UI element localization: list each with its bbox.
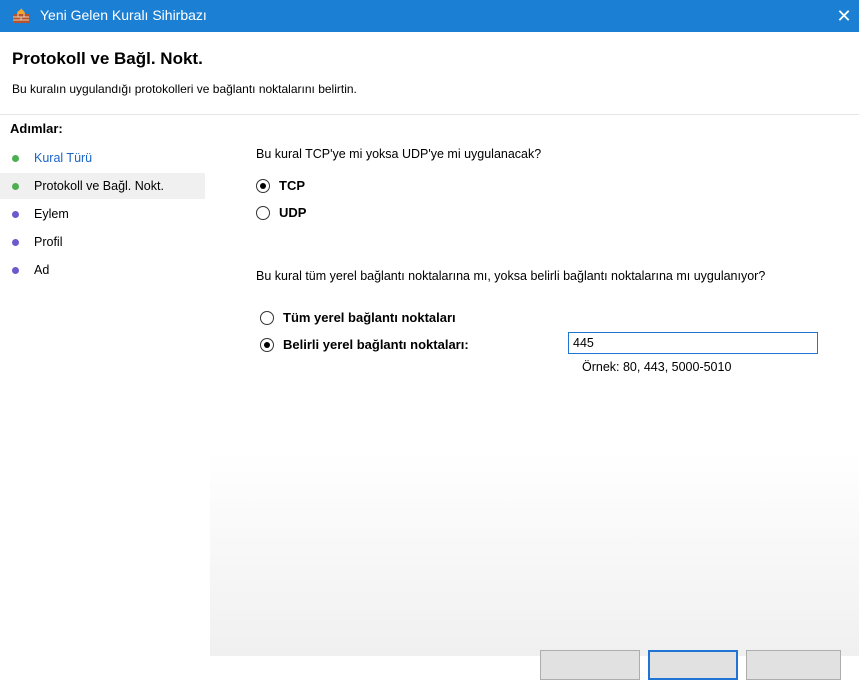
cancel-button[interactable] xyxy=(746,650,841,680)
udp-label: UDP xyxy=(279,205,307,220)
sidebar-item-protokoll: Protokoll ve Bağl. Nokt. xyxy=(0,173,205,199)
title-bar: Yeni Gelen Kuralı Sihirbazı ✕ xyxy=(0,0,859,32)
sidebar-item-ad: Ad xyxy=(0,257,205,283)
radio-unchecked-icon xyxy=(256,205,270,220)
step-bullet-icon xyxy=(12,239,19,246)
protocol-question: Bu kural TCP'ye mi yoksa UDP'ye mi uygul… xyxy=(256,147,542,161)
sidebar-item-profil: Profil xyxy=(0,229,205,255)
wizard-content: Bu kural TCP'ye mi yoksa UDP'ye mi uygul… xyxy=(210,115,859,680)
all-ports-label: Tüm yerel bağlantı noktaları xyxy=(283,310,456,325)
page-description: Bu kuralın uygulandığı protokolleri ve b… xyxy=(12,82,357,96)
port-question: Bu kural tüm yerel bağlantı noktalarına … xyxy=(256,269,766,283)
radio-checked-icon xyxy=(260,337,274,352)
wizard-header: Protokoll ve Bağl. Nokt. Bu kuralın uygu… xyxy=(0,32,859,115)
all-ports-radio[interactable]: Tüm yerel bağlantı noktaları xyxy=(260,310,456,325)
next-button[interactable] xyxy=(648,650,738,680)
radio-unchecked-icon xyxy=(260,310,274,325)
sidebar-item-eylem: Eylem xyxy=(0,201,205,227)
step-bullet-icon xyxy=(12,267,19,274)
port-example: Örnek: 80, 443, 5000-5010 xyxy=(582,360,732,374)
udp-radio[interactable]: UDP xyxy=(256,205,306,220)
step-bullet-icon xyxy=(12,183,19,190)
sidebar-item-label: Eylem xyxy=(34,207,69,221)
sidebar-item-label: Protokoll ve Bağl. Nokt. xyxy=(34,179,164,193)
window-title: Yeni Gelen Kuralı Sihirbazı xyxy=(40,7,207,23)
radio-checked-icon xyxy=(256,178,270,193)
tcp-radio[interactable]: TCP xyxy=(256,178,305,193)
steps-sidebar: Adımlar: Kural Türü Protokoll ve Bağl. N… xyxy=(0,115,210,656)
specific-ports-label: Belirli yerel bağlantı noktaları: xyxy=(283,337,469,352)
page-title: Protokoll ve Bağl. Nokt. xyxy=(12,49,203,68)
specific-ports-radio[interactable]: Belirli yerel bağlantı noktaları: xyxy=(260,337,469,352)
step-bullet-icon xyxy=(12,155,19,162)
step-bullet-icon xyxy=(12,211,19,218)
sidebar-item-kural-turu[interactable]: Kural Türü xyxy=(0,145,205,171)
steps-title: Adımlar: xyxy=(10,121,63,136)
firewall-icon xyxy=(13,8,29,23)
port-input[interactable] xyxy=(568,332,818,354)
sidebar-item-label: Profil xyxy=(34,235,63,249)
sidebar-item-label: Ad xyxy=(34,263,50,277)
close-icon[interactable]: ✕ xyxy=(829,0,859,32)
back-button[interactable] xyxy=(540,650,640,680)
sidebar-item-label: Kural Türü xyxy=(34,151,93,165)
tcp-label: TCP xyxy=(279,178,305,193)
